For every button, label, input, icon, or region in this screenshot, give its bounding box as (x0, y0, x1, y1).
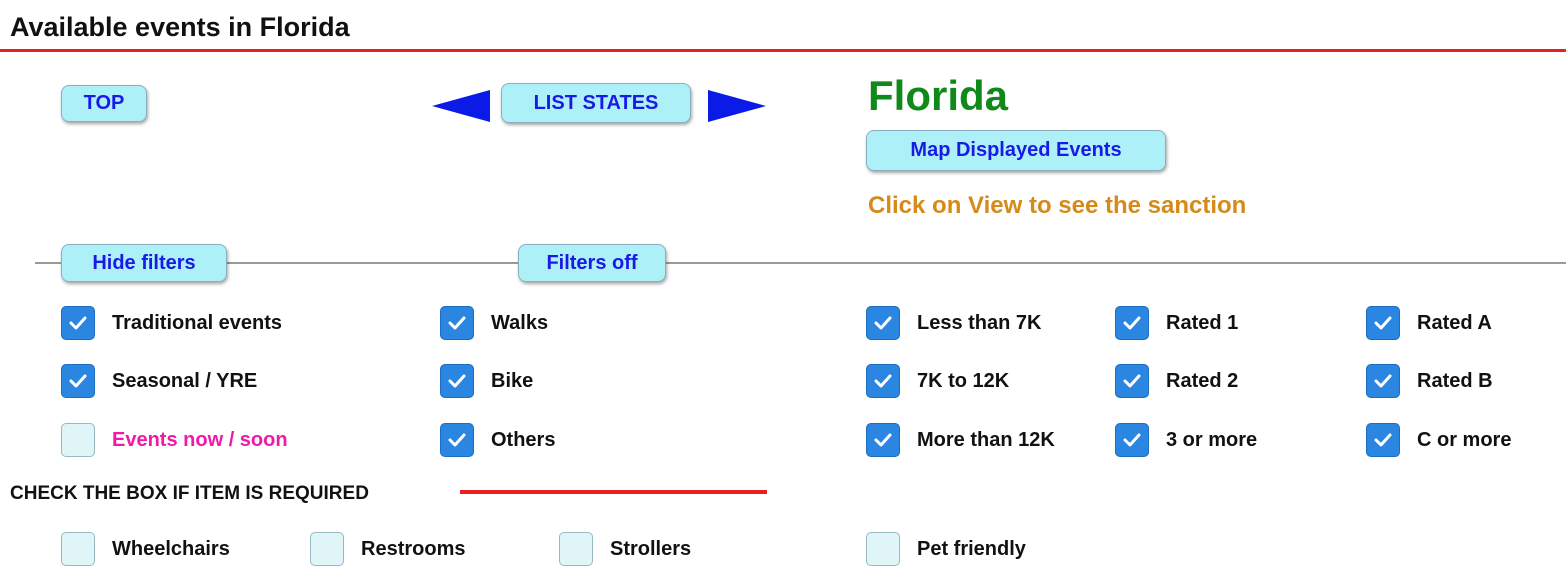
require-restrooms[interactable]: Restrooms (310, 532, 465, 566)
checkbox-label: Bike (491, 369, 534, 392)
checkbox[interactable] (440, 423, 474, 457)
page-title: Available events in Florida (10, 12, 350, 42)
checkbox-label: 3 or more (1166, 428, 1258, 451)
checkbox[interactable] (1366, 423, 1400, 457)
require-pet-friendly[interactable]: Pet friendly (866, 532, 1026, 566)
required-divider (460, 490, 767, 494)
checkbox[interactable] (1115, 364, 1149, 398)
filter-more-than-12k[interactable]: More than 12K (866, 423, 1055, 457)
filter-traditional-events[interactable]: Traditional events (61, 306, 282, 340)
events-page: Available events in Florida TOP LIST STA… (0, 0, 1566, 575)
checkmark-icon (1123, 374, 1141, 388)
checkmark-icon (874, 374, 892, 388)
filter-seasonal-yre[interactable]: Seasonal / YRE (61, 364, 257, 398)
checkbox[interactable] (866, 364, 900, 398)
top-button[interactable]: TOP (61, 85, 147, 122)
filter-c-or-more[interactable]: C or more (1366, 423, 1511, 457)
filter-events-now-soon[interactable]: Events now / soon (61, 423, 288, 457)
checkbox[interactable] (1366, 364, 1400, 398)
checkbox-label: Others (491, 428, 556, 451)
checkbox[interactable] (559, 532, 593, 566)
list-states-button[interactable]: LIST STATES (501, 83, 691, 123)
checkbox[interactable] (61, 306, 95, 340)
checkbox-label: Less than 7K (917, 311, 1042, 334)
checkmark-icon (1374, 433, 1392, 447)
arrow-right-icon[interactable] (708, 90, 766, 122)
filter-less-than-7k[interactable]: Less than 7K (866, 306, 1041, 340)
map-displayed-events-button[interactable]: Map Displayed Events (866, 130, 1166, 171)
filter-divider (35, 262, 1566, 264)
checkbox-label: Wheelchairs (112, 537, 230, 560)
filter-rated-1[interactable]: Rated 1 (1115, 306, 1238, 340)
checkbox-label: Rated B (1417, 369, 1493, 392)
checkmark-icon (1374, 316, 1392, 330)
required-heading: CHECK THE BOX IF ITEM IS REQUIRED (10, 483, 369, 504)
checkmark-icon (874, 316, 892, 330)
checkbox[interactable] (1366, 306, 1400, 340)
filter-others[interactable]: Others (440, 423, 555, 457)
checkbox-label: Rated 2 (1166, 369, 1239, 392)
require-wheelchairs[interactable]: Wheelchairs (61, 532, 230, 566)
checkbox-label: Traditional events (112, 311, 283, 334)
checkbox-label: Rated A (1417, 311, 1492, 334)
checkmark-icon (1374, 374, 1392, 388)
filters-off-button[interactable]: Filters off (518, 244, 666, 282)
filter-7k-to-12k[interactable]: 7K to 12K (866, 364, 1009, 398)
filter-rated-a[interactable]: Rated A (1366, 306, 1492, 340)
filter-bike[interactable]: Bike (440, 364, 533, 398)
hide-filters-button[interactable]: Hide filters (61, 244, 227, 282)
checkbox-label: Seasonal / YRE (112, 369, 258, 392)
checkmark-icon (874, 433, 892, 447)
checkbox-label: Pet friendly (917, 537, 1026, 560)
filter-rated-2[interactable]: Rated 2 (1115, 364, 1238, 398)
checkbox[interactable] (866, 423, 900, 457)
filter-walks[interactable]: Walks (440, 306, 548, 340)
checkbox-label: Events now / soon (112, 428, 288, 451)
checkbox-label: Walks (491, 311, 549, 334)
checkbox-label: Rated 1 (1166, 311, 1239, 334)
checkbox-label: Restrooms (361, 537, 466, 560)
sanction-note: Click on View to see the sanction (868, 192, 1247, 219)
arrow-left-icon[interactable] (432, 90, 490, 122)
header-divider (0, 49, 1566, 52)
filter-rated-b[interactable]: Rated B (1366, 364, 1493, 398)
checkmark-icon (448, 433, 466, 447)
checkbox[interactable] (61, 423, 95, 457)
checkbox-label: More than 12K (917, 428, 1055, 451)
checkbox[interactable] (440, 306, 474, 340)
checkbox-label: 7K to 12K (917, 369, 1010, 392)
checkbox[interactable] (866, 306, 900, 340)
checkmark-icon (448, 316, 466, 330)
checkbox[interactable] (310, 532, 344, 566)
checkbox[interactable] (866, 532, 900, 566)
require-strollers[interactable]: Strollers (559, 532, 691, 566)
checkbox[interactable] (61, 532, 95, 566)
state-title: Florida (868, 72, 1009, 119)
checkbox[interactable] (61, 364, 95, 398)
checkbox[interactable] (1115, 306, 1149, 340)
checkmark-icon (1123, 433, 1141, 447)
checkbox[interactable] (1115, 423, 1149, 457)
checkbox-label: C or more (1417, 428, 1512, 451)
checkbox-label: Strollers (610, 537, 692, 560)
checkmark-icon (1123, 316, 1141, 330)
checkbox[interactable] (440, 364, 474, 398)
checkmark-icon (69, 316, 87, 330)
checkmark-icon (69, 374, 87, 388)
filter-3-or-more[interactable]: 3 or more (1115, 423, 1257, 457)
checkmark-icon (448, 374, 466, 388)
